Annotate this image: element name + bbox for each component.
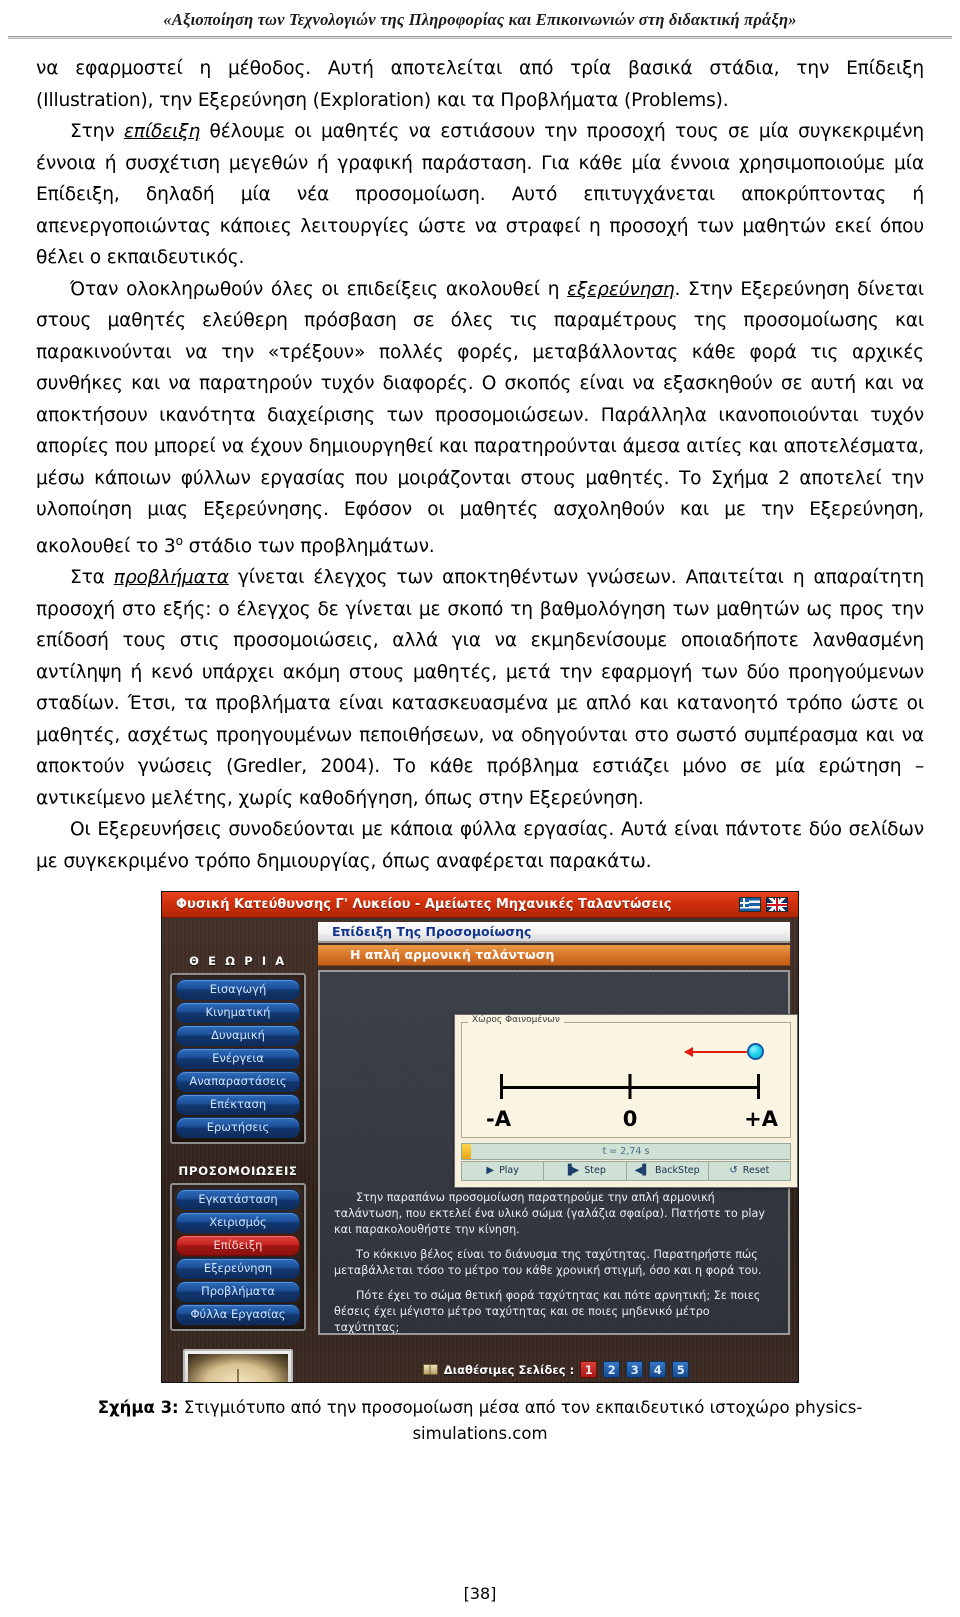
description-paragraph-1: Στην παραπάνω προσομοίωση παρατηρούμε τη…	[334, 1191, 766, 1237]
simulations-section-heading: ΠΡΟΣΟΜΟΙΩΣΕΙΣ	[178, 1164, 298, 1179]
running-title: «Αξιοποίηση των Τεχνολογιών της Πληροφορ…	[163, 10, 797, 29]
step-forward-icon: ▐▶	[563, 1164, 580, 1176]
oscillation-axis: -A 0 +A	[486, 1074, 778, 1131]
figure-3: Φυσική Κατεύθυνσης Γ' Λυκείου - Αμείωτες…	[0, 891, 960, 1384]
sidebar-item-epideiksi[interactable]: Επίδειξη	[176, 1235, 300, 1257]
document-body: να εφαρμοστεί η μέθοδος. Αυτή αποτελείτα…	[0, 39, 960, 877]
chapters-button[interactable]: Κεφάλαια	[183, 1349, 293, 1383]
simulation-description: Στην παραπάνω προσομοίωση παρατηρούμε τη…	[334, 1190, 776, 1336]
app-title-bar: Φυσική Κατεύθυνσης Γ' Λυκείου - Αμείωτες…	[162, 892, 798, 919]
step-back-icon: ◀▌	[634, 1164, 650, 1176]
phenomena-legend: Χώρος Φαινομένων	[468, 1015, 564, 1026]
simulations-button-group: Εγκατάσταση Χειρισμός Επίδειξη Εξερεύνησ…	[170, 1183, 306, 1332]
page-button-2[interactable]: 2	[603, 1361, 621, 1379]
paragraph-5-text: Οι Εξερευνήσεις συνοδεύονται με κάποια φ…	[36, 819, 924, 872]
theory-section-heading: Θ Ε Ω Ρ Ι Α	[189, 954, 287, 969]
step-button[interactable]: ▐▶ Step	[544, 1162, 627, 1181]
play-icon: ▶	[486, 1164, 495, 1176]
axis-label-zero: 0	[622, 1107, 638, 1132]
figure-caption-label: Σχήμα 3:	[97, 1398, 179, 1418]
time-readout: t = 2,74 s	[602, 1146, 650, 1158]
sidebar-item-kinimatiki[interactable]: Κινηματική	[176, 1002, 300, 1024]
description-paragraph-2: Το κόκκινο βέλος είναι το διάνυσμα της τ…	[334, 1248, 762, 1278]
axis-tick-middle	[628, 1074, 632, 1100]
open-book-icon	[188, 1354, 288, 1383]
emphasis-epideiksi: επίδειξη	[123, 121, 201, 142]
page-button-1[interactable]: 1	[580, 1361, 598, 1379]
simulation-applet: Χώρος Φαινομένων -A 0 +A t = 2,74 s ▶ Pl…	[454, 1014, 798, 1189]
pages-book-icon	[422, 1364, 438, 1376]
reset-button[interactable]: ↺ Reset	[709, 1162, 790, 1180]
sidebar-item-fylla-ergasias[interactable]: Φύλλα Εργασίας	[176, 1304, 300, 1326]
simulation-application-window: Φυσική Κατεύθυνσης Γ' Λυκείου - Αμείωτες…	[161, 891, 799, 1384]
available-pages-bar: Διαθέσιμες Σελίδες : 1 2 3 4 5	[314, 1361, 798, 1379]
page-button-3[interactable]: 3	[626, 1361, 644, 1379]
app-content-area: Επίδειξη Της Προσομοίωσης Η απλή αρμονικ…	[314, 918, 798, 1382]
sidebar-item-anaparastaseis[interactable]: Αναπαραστάσεις	[176, 1071, 300, 1093]
axis-label-plus-a: +A	[744, 1107, 778, 1132]
paragraph-4: Στα προβλήματα γίνεται έλεγχος των αποκτ…	[36, 567, 924, 809]
time-slider[interactable]: t = 2,74 s	[461, 1143, 791, 1161]
sidebar-item-dynamiki[interactable]: Δυναμική	[176, 1025, 300, 1047]
sidebar-item-eisagogi[interactable]: Εισαγωγή	[176, 979, 300, 1001]
figure-caption-text: Στιγμιότυπο από την προσομοίωση μέσα από…	[183, 1398, 863, 1444]
simulation-stage: Χώρος Φαινομένων -A 0 +A t = 2,74 s ▶ Pl…	[318, 970, 798, 1336]
backstep-button[interactable]: ◀▌ BackStep	[627, 1162, 709, 1181]
sidebar-item-egkatastasi[interactable]: Εγκατάσταση	[176, 1189, 300, 1211]
paragraph-1: να εφαρμοστεί η μέθοδος. Αυτή αποτελείτα…	[36, 53, 924, 116]
figure-caption: Σχήμα 3: Στιγμιότυπο από την προσομοίωση…	[58, 1395, 902, 1447]
play-button-label: Play	[499, 1165, 519, 1177]
emphasis-ekserevnisi: εξερεύνηση	[567, 278, 675, 300]
page-running-header: «Αξιοποίηση των Τεχνολογιών της Πληροφορ…	[0, 0, 960, 39]
available-pages-label: Διαθέσιμες Σελίδες :	[443, 1362, 575, 1377]
page-button-4[interactable]: 4	[649, 1361, 667, 1379]
tab-epideiksi-tis-prosomoiosis[interactable]: Επίδειξη Της Προσομοίωσης	[318, 922, 790, 944]
time-slider-thumb[interactable]	[462, 1144, 471, 1160]
paragraph-2: Στην επίδειξη θέλουμε οι μαθητές να εστι…	[36, 121, 925, 268]
velocity-vector-arrow	[684, 1047, 747, 1058]
sidebar-item-ekserevnisi[interactable]: Εξερεύνηση	[176, 1258, 300, 1280]
axis-tick-right	[757, 1074, 760, 1100]
description-paragraph-3: Πότε έχει το σώμα θετική φορά ταχύτητας …	[334, 1289, 761, 1335]
app-sidebar: Θ Ε Ω Ρ Ι Α Εισαγωγή Κινηματική Δυναμική…	[162, 918, 314, 1383]
sidebar-item-epektasi[interactable]: Επέκταση	[176, 1094, 300, 1116]
play-button[interactable]: ▶ Play	[462, 1162, 545, 1181]
paragraph-1-text: να εφαρμοστεί η μέθοδος. Αυτή αποτελείτα…	[36, 58, 924, 111]
emphasis-provlimata: προβλήματα	[113, 567, 229, 589]
paragraph-5: Οι Εξερευνήσεις συνοδεύονται με κάποια φ…	[36, 814, 924, 877]
phenomena-area: Χώρος Φαινομένων -A 0 +A	[461, 1015, 791, 1139]
greek-flag-icon[interactable]	[739, 897, 761, 913]
sidebar-item-erotiseis[interactable]: Ερωτήσεις	[176, 1117, 300, 1139]
step-button-label: Step	[584, 1165, 606, 1177]
playback-controls: ▶ Play ▐▶ Step ◀▌ BackStep ↺ Reset	[461, 1161, 791, 1182]
app-title: Φυσική Κατεύθυνσης Γ' Λυκείου - Αμείωτες…	[176, 897, 672, 913]
language-flags	[739, 897, 792, 913]
uk-flag-icon[interactable]	[766, 897, 788, 913]
reset-button-label: Reset	[742, 1165, 770, 1177]
reset-icon: ↺	[729, 1164, 738, 1176]
paragraph-3: Όταν ολοκληρωθούν όλες οι επιδείξεις ακο…	[36, 278, 924, 557]
footer-page-number: [38]	[463, 1584, 497, 1603]
axis-label-minus-a: -A	[486, 1107, 511, 1132]
tab-apli-armoniki-talantosi[interactable]: Η απλή αρμονική ταλάντωση	[318, 945, 790, 967]
axis-tick-left	[500, 1074, 503, 1100]
sidebar-item-xeirismos[interactable]: Χειρισμός	[176, 1212, 300, 1234]
sidebar-item-energeia[interactable]: Ενέργεια	[176, 1048, 300, 1070]
oscillating-ball	[747, 1043, 764, 1061]
sidebar-item-provlimata[interactable]: Προβλήματα	[176, 1281, 300, 1303]
theory-button-group: Εισαγωγή Κινηματική Δυναμική Ενέργεια Αν…	[170, 973, 306, 1145]
page-button-5[interactable]: 5	[672, 1361, 690, 1379]
backstep-button-label: BackStep	[654, 1165, 700, 1177]
